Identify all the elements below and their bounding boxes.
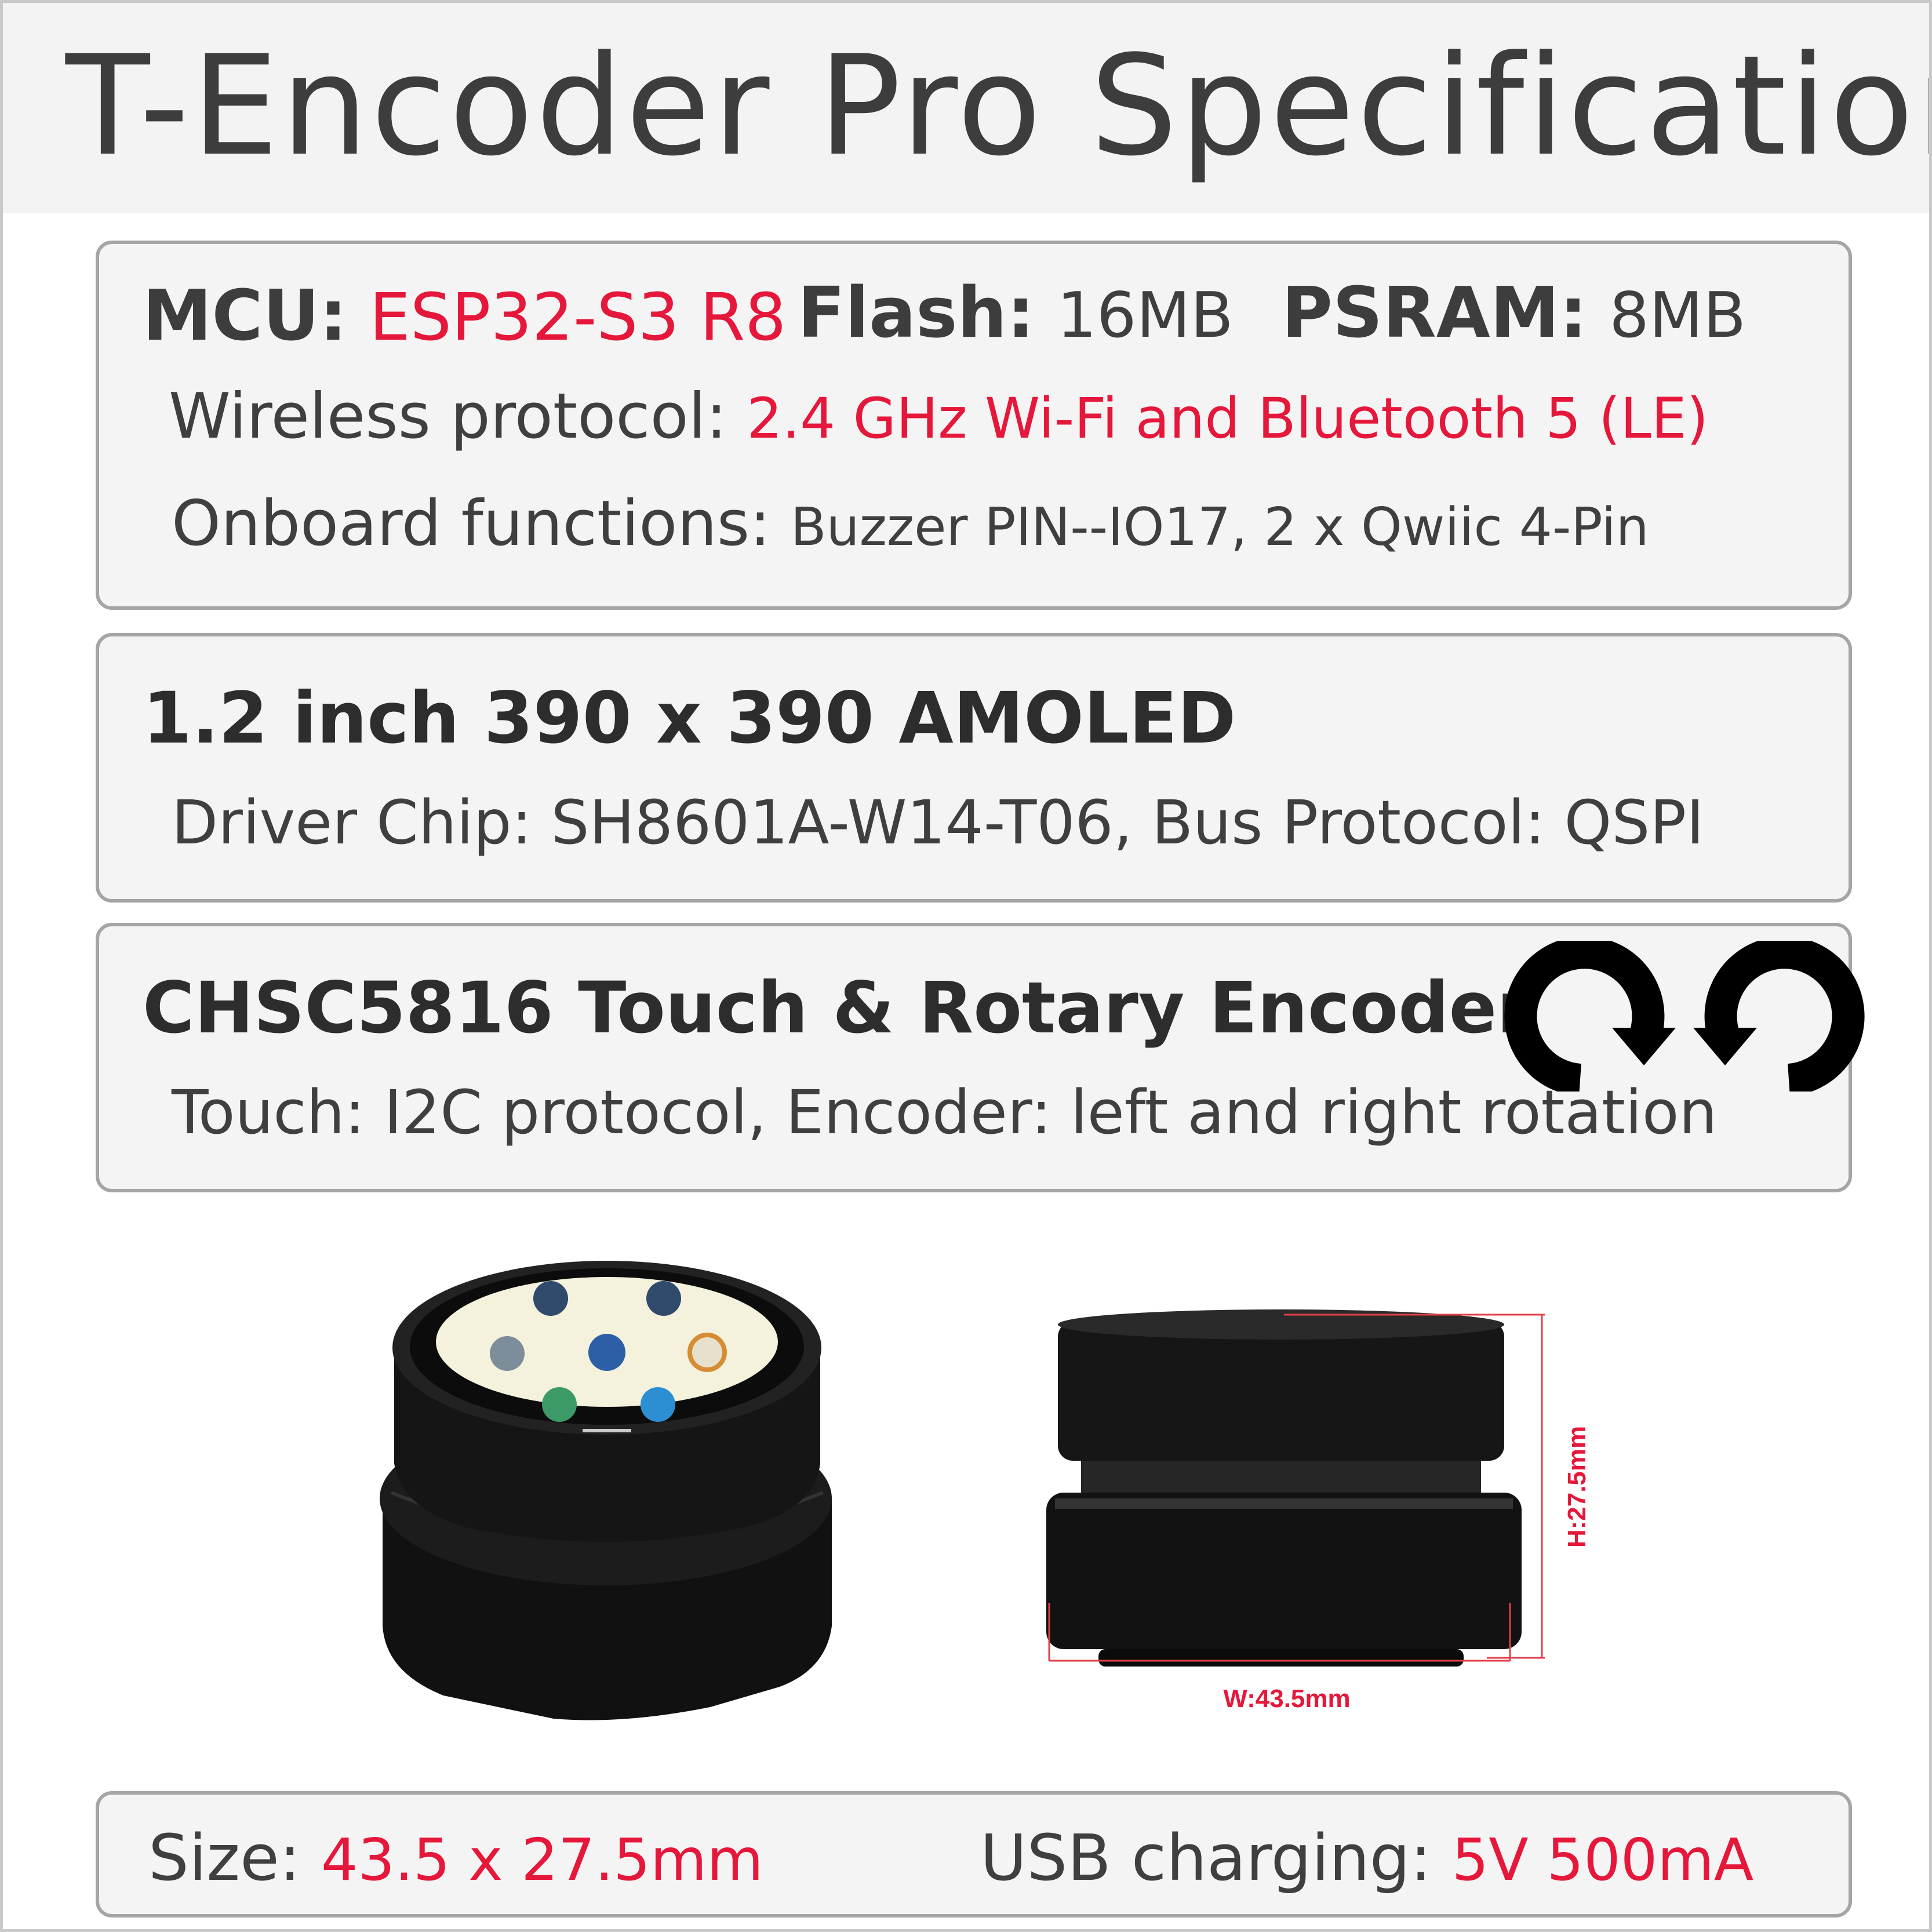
psram-line: PSRAM: 8MB [1282,273,1746,354]
mcu-label: MCU: [143,276,347,356]
header-band: T-Encoder Pro Specifications [3,3,1929,213]
spec-sheet: T-Encoder Pro Specifications MCU: ESP32-… [0,0,1932,1932]
mcu-spec-box: MCU: ESP32-S3 R8 Flash: 16MB PSRAM: 8MB … [96,241,1852,610]
onboard-label: Onboard functions: [172,487,771,560]
touch-spec-box: CHSC5816 Touch & Rotary Encoder Touch: I… [96,923,1865,1192]
flash-line: Flash: 16MB [798,273,1234,354]
flash-label: Flash: [798,273,1035,354]
size-line: Size: 43.5 x 27.5mm [148,1821,763,1895]
height-dimension-label: H:27.5mm [1563,1426,1591,1548]
product-angled-view [380,1261,832,1720]
display-spec-box: 1.2 inch 390 x 390 AMOLED Driver Chip: S… [96,633,1852,903]
width-dimension-label: W:43.5mm [1223,1684,1350,1713]
usb-line: USB charging: 5V 500mA [980,1821,1753,1895]
psram-label: PSRAM: [1282,273,1588,354]
wireless-line: Wireless protocol: 2.4 GHz Wi-Fi and Blu… [169,380,1708,453]
onboard-line: Onboard functions: Buzzer PIN--IO17, 2 x… [172,487,1649,560]
display-heading: 1.2 inch 390 x 390 AMOLED [143,677,1236,759]
rotation-icons [1504,941,1865,1091]
rotate-counterclockwise-icon [1693,941,1865,1091]
mcu-line: MCU: ESP32-S3 R8 [143,276,786,356]
wireless-label: Wireless protocol: [169,380,727,453]
mcu-value: ESP32-S3 R8 [369,280,787,355]
display-detail: Driver Chip: SH8601A-W14-T06, Bus Protoc… [172,787,1704,858]
size-value: 43.5 x 27.5mm [321,1826,763,1894]
usb-value: 5V 500mA [1451,1826,1754,1894]
product-photos: H:27.5mm W:43.5mm [380,1261,1591,1720]
rotate-clockwise-icon [1504,941,1676,1091]
touch-detail: Touch: I2C protocol, Encoder: left and r… [172,1077,1718,1148]
size-usb-box: Size: 43.5 x 27.5mm USB charging: 5V 500… [96,1791,1852,1918]
psram-value: 8MB [1609,279,1747,352]
onboard-value: Buzzer PIN--IO17, 2 x Qwiic 4-Pin [790,497,1649,558]
page-title: T-Encoder Pro Specifications [66,26,1932,187]
product-side-view [1046,1309,1522,1667]
size-label: Size: [148,1821,301,1895]
wireless-value: 2.4 GHz Wi-Fi and Bluetooth 5 (LE) [747,386,1709,451]
usb-label: USB charging: [980,1821,1432,1895]
flash-value: 16MB [1057,279,1234,352]
touch-heading: CHSC5816 Touch & Rotary Encoder [143,967,1532,1049]
